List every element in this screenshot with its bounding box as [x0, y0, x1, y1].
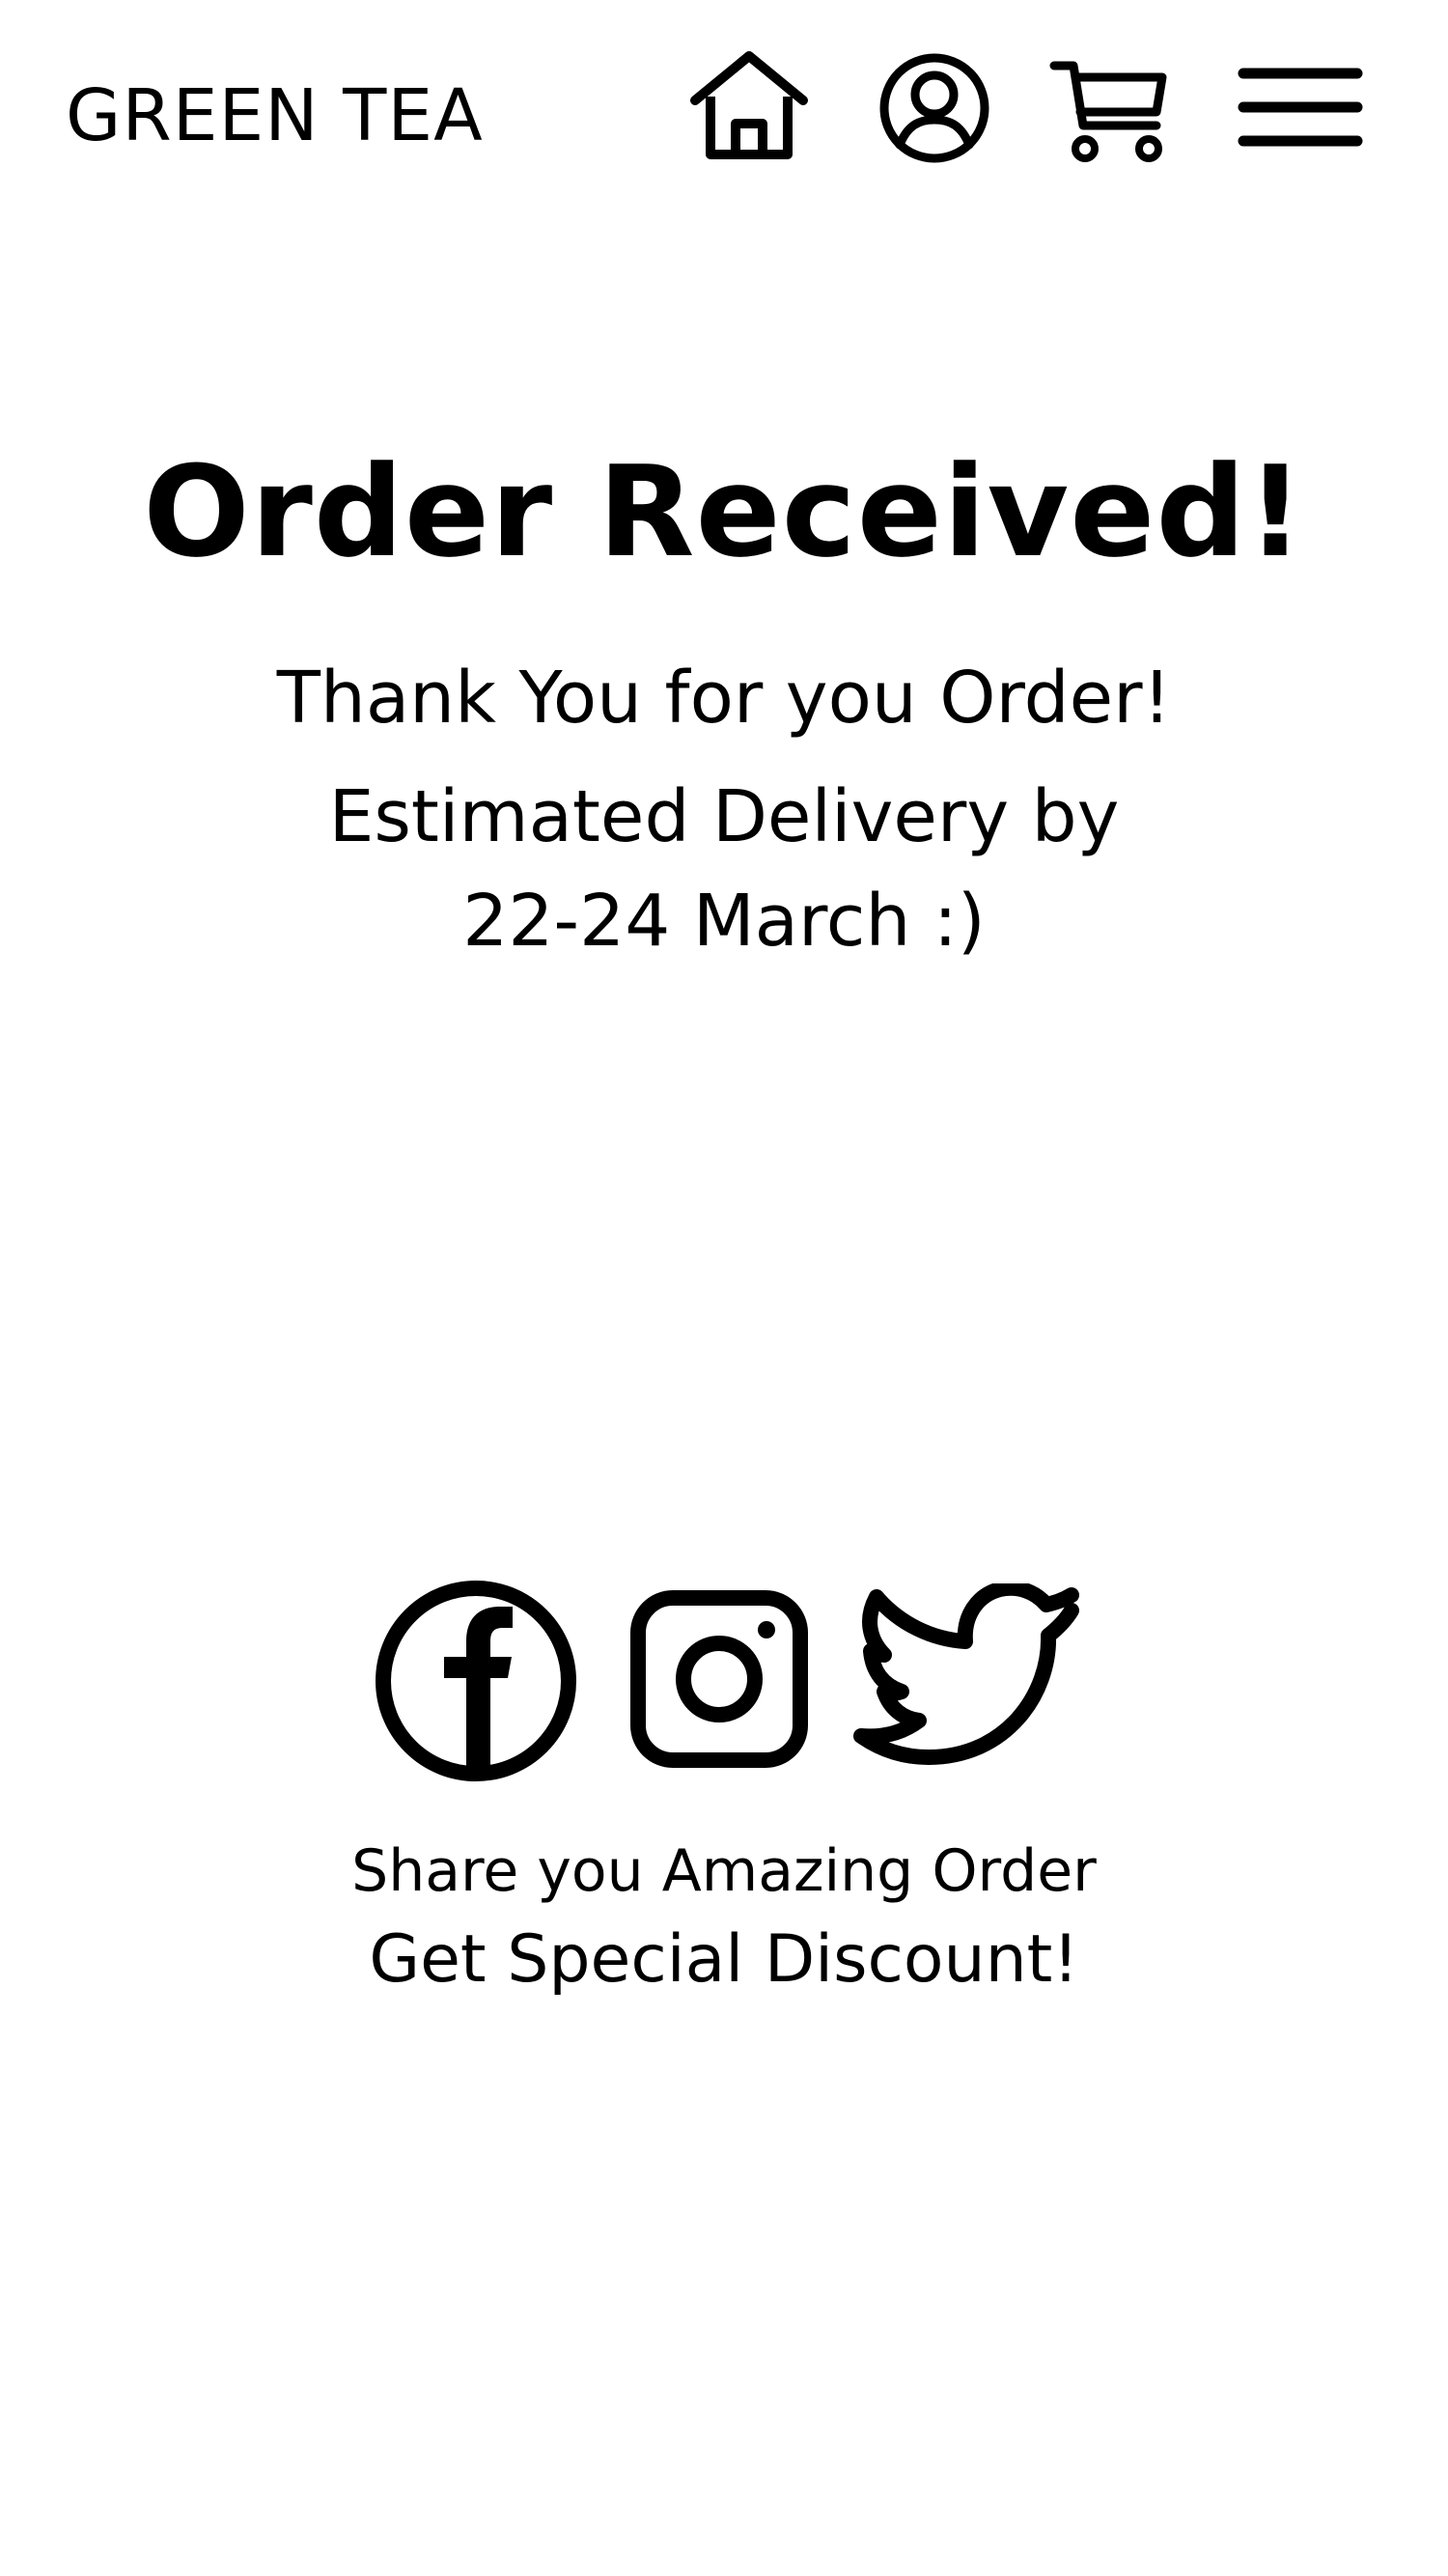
delivery-estimate: Estimated Delivery by 22-24 March :) [290, 765, 1158, 973]
delivery-label: Estimated Delivery by [328, 775, 1120, 858]
facebook-icon[interactable] [375, 1580, 577, 1782]
brand-logo-text[interactable]: GREEN TEA [66, 68, 484, 164]
top-header: GREEN TEA [0, 0, 1448, 232]
social-share [0, 1580, 1448, 1792]
order-confirmation: Order Received! Thank You for you Order!… [0, 425, 1448, 973]
instagram-icon[interactable] [629, 1589, 809, 1769]
page-title: Order Received! [143, 438, 1305, 585]
thank-you-message: Thank You for you Order! [276, 657, 1172, 740]
cart-icon[interactable] [1048, 56, 1172, 164]
home-icon[interactable] [687, 50, 811, 162]
delivery-date: 22-24 March :) [462, 880, 986, 963]
account-icon[interactable] [878, 52, 990, 164]
share-prompt: Share you Amazing Order [351, 1837, 1097, 1905]
twitter-icon[interactable] [853, 1580, 1083, 1777]
menu-icon[interactable] [1238, 66, 1363, 149]
discount-offer: Get Special Discount! [369, 1921, 1079, 1998]
